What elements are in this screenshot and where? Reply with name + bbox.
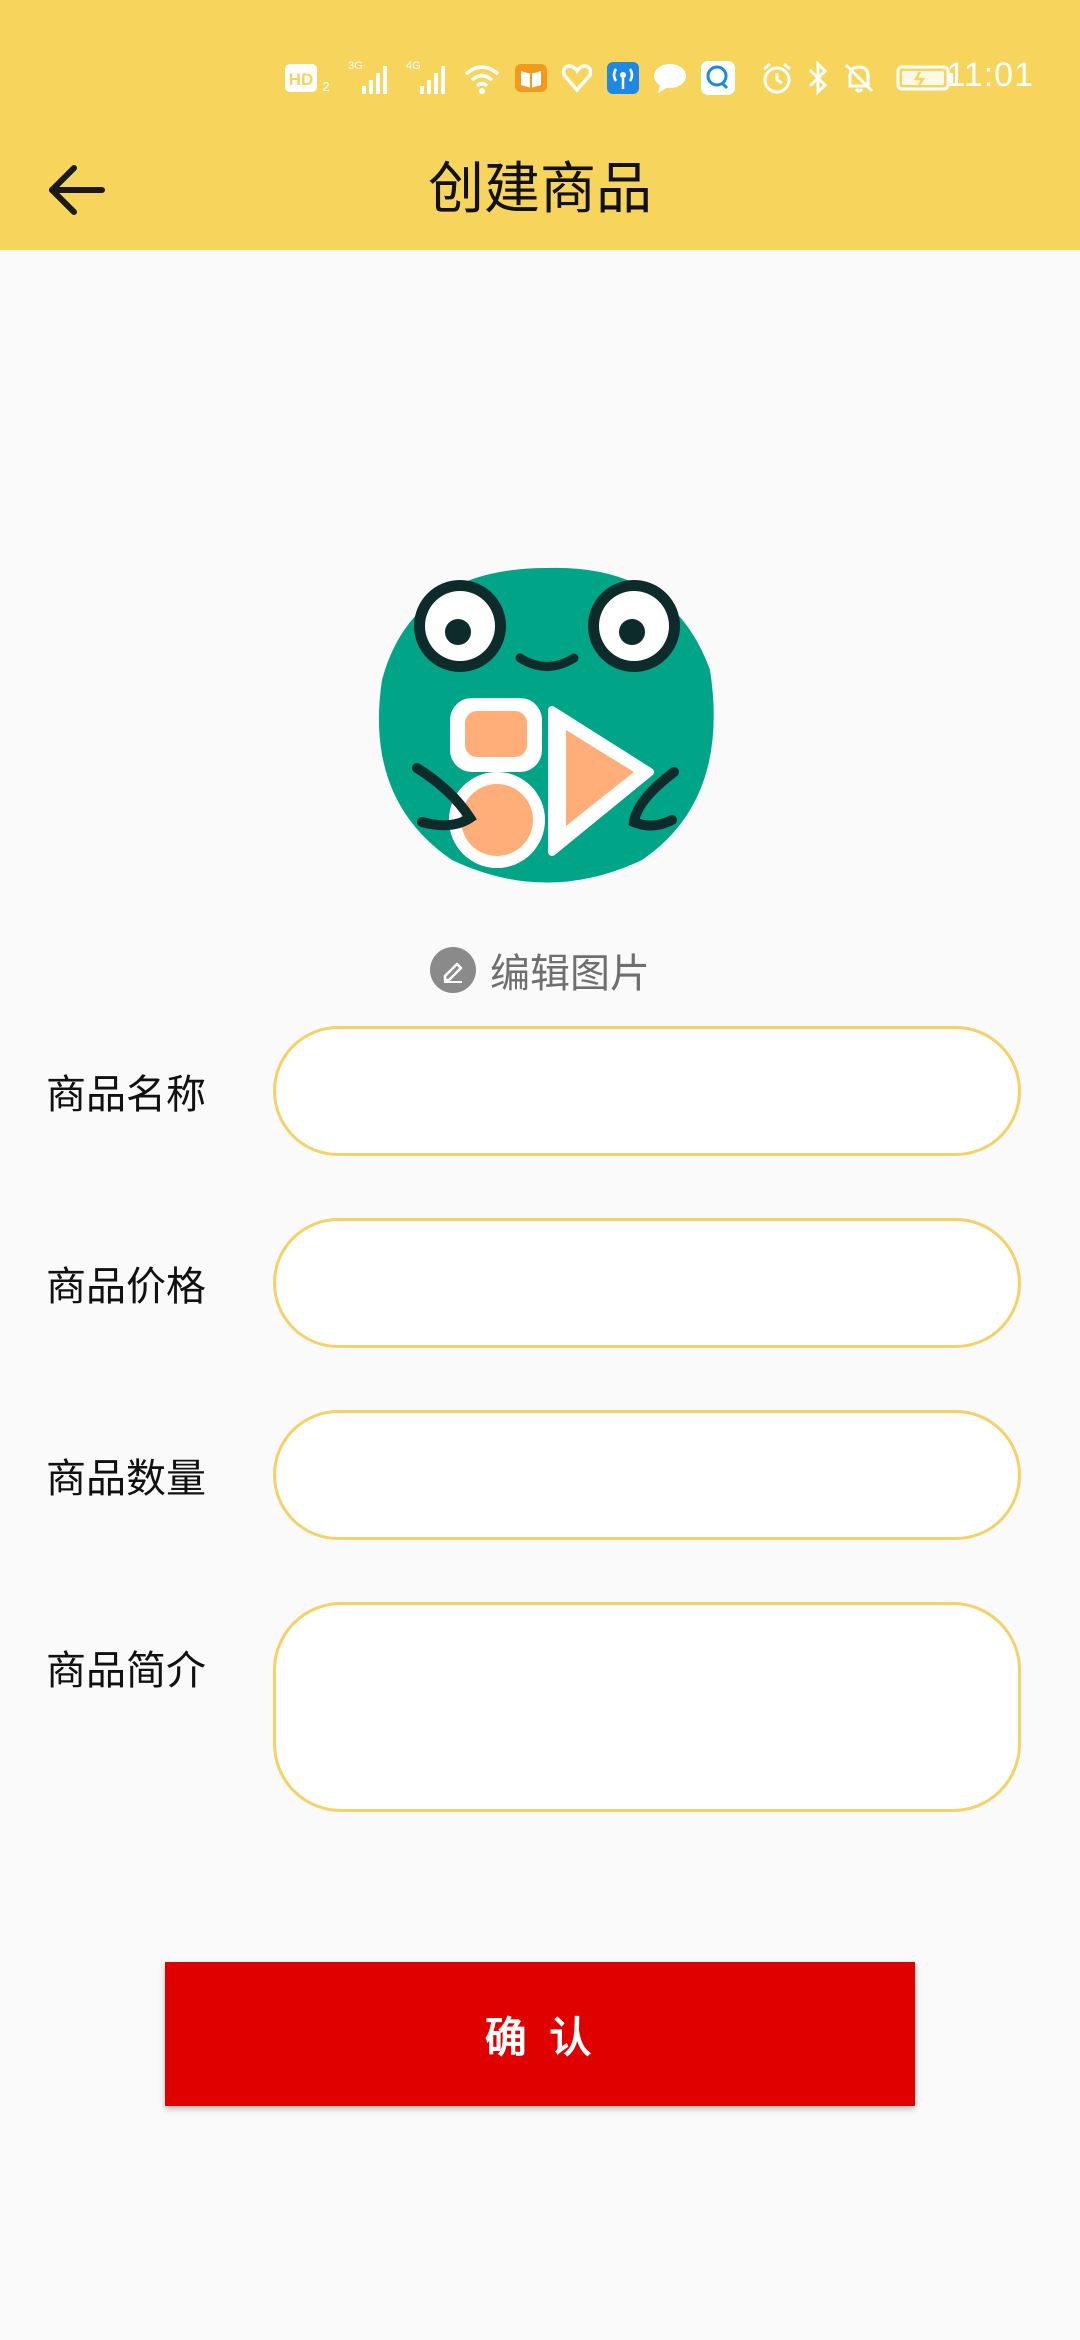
quantity-label: 商品数量 xyxy=(46,1456,206,1502)
page-title: 创建商品 xyxy=(428,157,652,222)
status-icons: HD 2 3G 4G xyxy=(284,50,956,106)
name-input[interactable] xyxy=(273,1026,1021,1156)
product-image[interactable] xyxy=(372,560,722,890)
mute-bell-icon xyxy=(842,61,876,95)
create-product-screen: HD 2 3G 4G 11:01 创建商品 编辑图片 商品名称 商品价格 商品数… xyxy=(0,0,1080,2340)
wifi-icon xyxy=(462,60,502,96)
status-time: 11:01 xyxy=(946,56,1034,94)
message-icon xyxy=(700,60,736,96)
description-label: 商品简介 xyxy=(46,1648,206,1694)
edit-image-button[interactable]: 编辑图片 xyxy=(0,940,1080,1000)
svg-text:4G: 4G xyxy=(406,60,421,72)
price-label: 商品价格 xyxy=(46,1264,206,1310)
price-input[interactable] xyxy=(273,1218,1021,1348)
bluetooth-icon xyxy=(806,61,830,95)
chat-icon xyxy=(652,61,688,95)
heart-icon xyxy=(560,61,594,95)
quantity-input[interactable] xyxy=(273,1410,1021,1540)
svg-text:3G: 3G xyxy=(348,60,363,72)
hd-icon: HD 2 xyxy=(284,61,334,95)
edit-image-label: 编辑图片 xyxy=(490,951,650,997)
hotspot-icon xyxy=(606,61,640,95)
signal-3g-icon: 3G xyxy=(346,58,392,98)
app-header: HD 2 3G 4G 11:01 创建商品 xyxy=(0,0,1080,250)
alarm-icon xyxy=(760,61,794,95)
confirm-button[interactable]: 确 认 xyxy=(165,1962,915,2106)
name-label: 商品名称 xyxy=(46,1072,206,1118)
signal-4g-icon: 4G xyxy=(404,58,450,98)
book-icon xyxy=(514,61,548,95)
description-textarea[interactable] xyxy=(273,1602,1021,1812)
svg-text:2: 2 xyxy=(322,79,329,94)
status-bar: HD 2 3G 4G 11:01 xyxy=(0,50,1080,106)
svg-text:HD: HD xyxy=(289,70,314,89)
pencil-icon xyxy=(430,947,476,993)
